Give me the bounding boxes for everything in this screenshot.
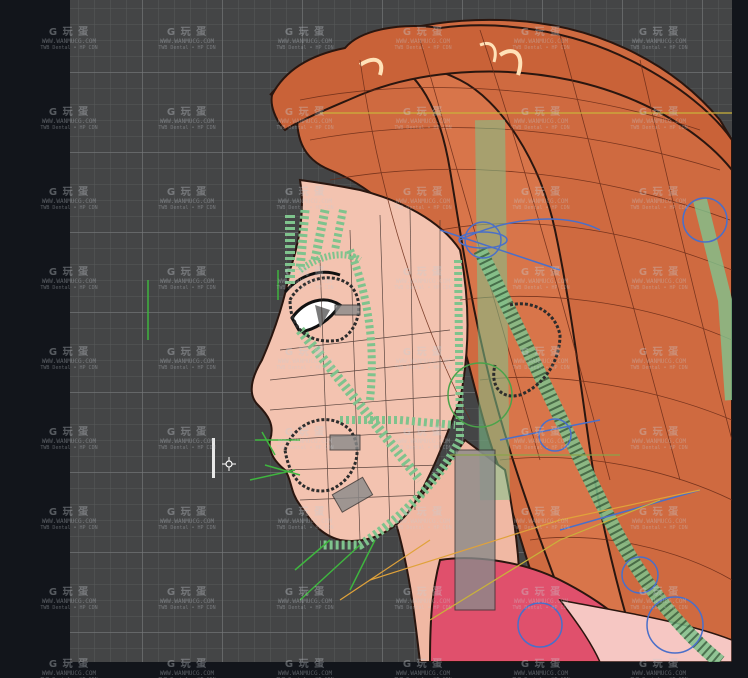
selection-marker[interactable] [212,438,215,478]
watermark-url: WWW.WANMUCG.COM [513,670,569,677]
watermark-url: WWW.WANMUCG.COM [41,670,97,677]
3d-viewport[interactable] [70,0,732,662]
app-window: G 玩 蛋 WWW.WANMUCG.COM TWB Dental • HP CDN G… [0,0,748,678]
watermark: G 玩 蛋WWW.WANMUCG.COMTWB Dental • HP CDN [266,660,344,678]
watermark: G 玩 蛋WWW.WANMUCG.COMTWB Dental • HP CDN [620,660,698,678]
watermark-url: WWW.WANMUCG.COM [395,670,451,677]
character-rig-view[interactable] [70,0,732,662]
watermark-url: WWW.WANMUCG.COM [631,670,687,677]
watermark: G 玩 蛋WWW.WANMUCG.COMTWB Dental • HP CDN [148,660,226,678]
watermark: G 玩 蛋WWW.WANMUCG.COMTWB Dental • HP CDN [384,660,462,678]
watermark: G 玩 蛋WWW.WANMUCG.COMTWB Dental • HP CDN [502,660,580,678]
crosshair-icon[interactable] [222,457,236,471]
watermark-url: WWW.WANMUCG.COM [159,670,215,677]
watermark-url: WWW.WANMUCG.COM [277,670,333,677]
watermark: G 玩 蛋WWW.WANMUCG.COMTWB Dental • HP CDN [30,660,108,678]
